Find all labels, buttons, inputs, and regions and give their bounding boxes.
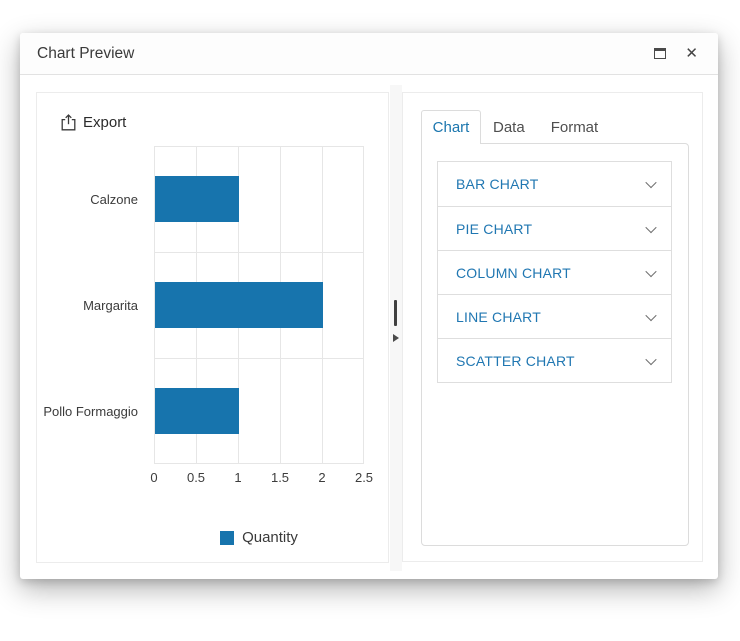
- category-label: Calzone: [90, 191, 138, 207]
- bar-calzone: [155, 176, 239, 222]
- tab-chart[interactable]: Chart: [421, 110, 481, 144]
- chart-preview-dialog: Chart Preview ✕ Export Calzone Margarita P…: [20, 33, 718, 579]
- tab-format[interactable]: Format: [539, 110, 611, 144]
- window-controls: ✕: [654, 46, 698, 61]
- chart-x-axis: 0 0.5 1 1.5 2 2.5: [150, 470, 373, 486]
- tab-data[interactable]: Data: [481, 110, 537, 144]
- category-label: Pollo Formaggio: [43, 403, 138, 419]
- export-button-label: Export: [83, 114, 127, 131]
- x-tick-label: 2.5: [354, 470, 374, 485]
- splitter-grip[interactable]: [394, 300, 397, 326]
- settings-tabs: Chart Data Format: [421, 110, 610, 144]
- chevron-down-icon: [645, 221, 657, 233]
- accordion-item-pie-chart[interactable]: PIE CHART: [438, 206, 671, 250]
- legend-marker-quantity: [220, 530, 235, 545]
- tab-data-label: Data: [493, 118, 525, 136]
- bar-pollo-formaggio: [155, 388, 239, 434]
- bar-margarita: [155, 282, 323, 328]
- x-tick-label: 0.5: [186, 470, 206, 485]
- category-label: Margarita: [83, 297, 138, 313]
- x-tick-label: 1.5: [270, 470, 290, 485]
- chart-preview-pane: Export Calzone Margarita Pollo Formaggio 0…: [36, 92, 389, 563]
- chart-tab-panel: BAR CHART PIE CHART COLUMN CHART LINE CH…: [421, 143, 689, 546]
- chart-type-accordion: BAR CHART PIE CHART COLUMN CHART LINE CH…: [437, 161, 672, 383]
- chevron-down-icon: [645, 353, 657, 365]
- chevron-down-icon: [645, 309, 657, 321]
- x-tick-label: 1: [234, 470, 242, 485]
- pane-splitter[interactable]: [390, 85, 402, 571]
- accordion-item-scatter-chart[interactable]: SCATTER CHART: [438, 338, 671, 382]
- chevron-down-icon: [645, 265, 657, 277]
- tab-chart-label: Chart: [432, 119, 470, 136]
- export-icon: [61, 114, 76, 131]
- accordion-item-label: SCATTER CHART: [456, 352, 575, 369]
- accordion-item-line-chart[interactable]: LINE CHART: [438, 294, 671, 338]
- chart-category-axis: Calzone Margarita Pollo Formaggio: [37, 146, 146, 464]
- chart-legend: Quantity: [154, 529, 364, 546]
- close-icon[interactable]: ✕: [685, 46, 698, 61]
- x-tick-label: 2: [318, 470, 326, 485]
- accordion-item-label: LINE CHART: [456, 308, 541, 325]
- dialog-titlebar: Chart Preview ✕: [20, 33, 718, 75]
- x-tick-label: 0: [150, 470, 158, 485]
- chart-settings-pane: Chart Data Format BAR CHART PIE CHART CO…: [402, 92, 703, 562]
- chevron-down-icon: [645, 176, 657, 189]
- splitter-collapse-arrow-icon[interactable]: [393, 334, 399, 342]
- accordion-item-label: BAR CHART: [456, 176, 539, 192]
- accordion-item-bar-chart[interactable]: BAR CHART: [438, 162, 671, 206]
- dialog-title: Chart Preview: [37, 44, 135, 62]
- accordion-item-column-chart[interactable]: COLUMN CHART: [438, 250, 671, 294]
- export-button[interactable]: Export: [61, 114, 126, 131]
- tab-format-label: Format: [550, 118, 599, 136]
- accordion-item-label: COLUMN CHART: [456, 264, 571, 281]
- chart-plot: [154, 146, 364, 464]
- legend-label: Quantity: [242, 529, 298, 546]
- accordion-item-label: PIE CHART: [456, 220, 533, 237]
- maximize-icon[interactable]: [654, 48, 667, 59]
